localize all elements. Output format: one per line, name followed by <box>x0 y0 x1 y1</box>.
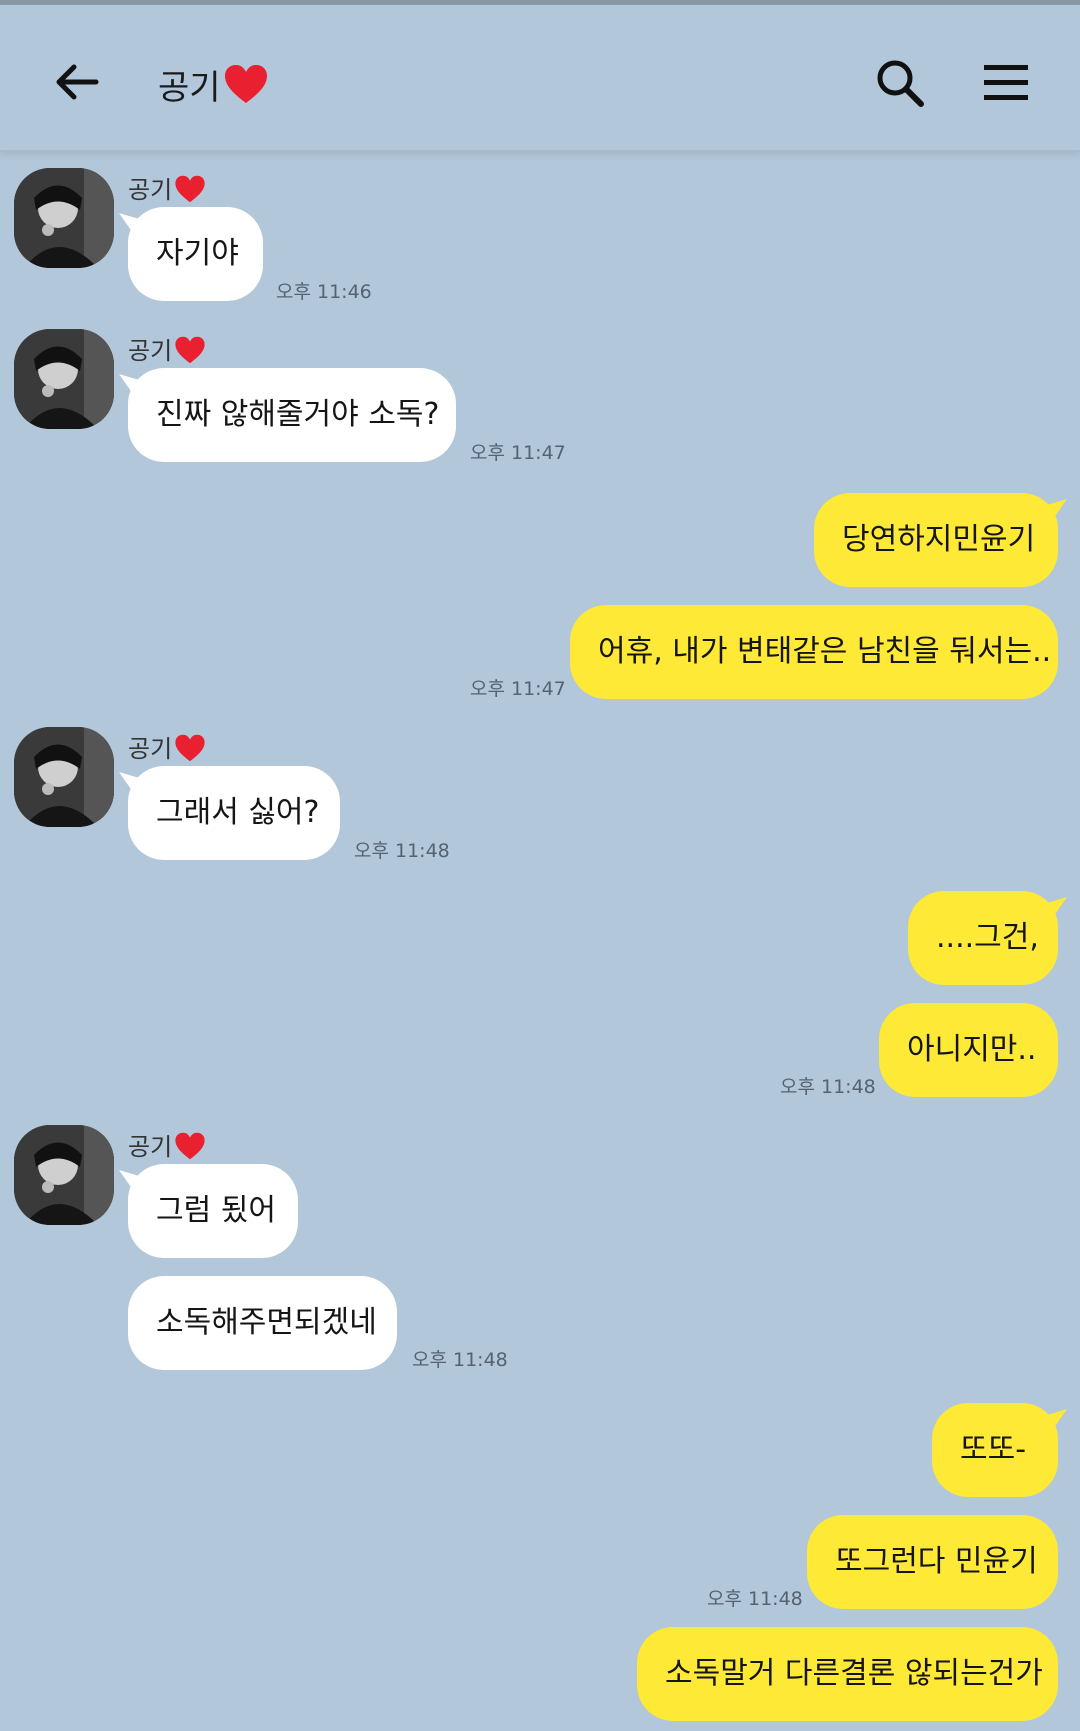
message-time: 오후 11:46 <box>276 281 372 303</box>
red-heart-icon <box>175 336 205 364</box>
red-heart-icon <box>175 1132 205 1160</box>
contact-name: 공기 <box>128 329 206 365</box>
message-bubble-out[interactable]: ....그건, <box>908 891 1058 985</box>
message-bubble-in[interactable]: 소독해주면되겠네 <box>128 1276 397 1370</box>
message-bubble-in[interactable]: 그래서 싫어? <box>128 766 340 860</box>
search-icon[interactable] <box>874 57 926 109</box>
message-time: 오후 11:48 <box>354 840 450 862</box>
message-bubble-out[interactable]: 소독말거 다른결론 않되는건가 <box>637 1627 1058 1721</box>
message-bubble-out[interactable]: 아니지만.. <box>879 1003 1058 1097</box>
red-heart-icon <box>224 65 267 103</box>
message-time: 오후 11:48 <box>412 1349 508 1371</box>
contact-name: 공기 <box>128 1125 206 1161</box>
message-time: 오후 11:48 <box>707 1588 803 1610</box>
contact-avatar[interactable] <box>14 168 114 268</box>
message-bubble-out[interactable]: 당연하지민윤기 <box>814 493 1058 587</box>
chat-header: 공기 <box>0 5 1080 151</box>
message-time: 오후 11:47 <box>470 678 566 700</box>
chat-title: 공기 <box>158 57 269 108</box>
message-bubble-out[interactable]: 또또- <box>932 1403 1058 1497</box>
message-bubble-out[interactable]: 어휴, 내가 변태같은 남친을 둬서는.. <box>570 605 1058 699</box>
contact-name: 공기 <box>128 727 206 763</box>
contact-avatar[interactable] <box>14 727 114 827</box>
message-bubble-out[interactable]: 또그런다 민윤기 <box>807 1515 1058 1609</box>
message-time: 오후 11:47 <box>470 442 566 464</box>
hamburger-menu-icon[interactable] <box>982 59 1030 107</box>
red-heart-icon <box>175 734 205 762</box>
contact-avatar[interactable] <box>14 329 114 429</box>
message-bubble-in[interactable]: 그럼 됬어 <box>128 1164 298 1258</box>
message-bubble-in[interactable]: 진짜 않해줄거야 소독? <box>128 368 456 462</box>
arrow-left-icon[interactable] <box>52 57 102 107</box>
message-time: 오후 11:48 <box>780 1076 876 1098</box>
message-bubble-in[interactable]: 자기야 <box>128 207 263 301</box>
contact-name: 공기 <box>128 168 206 204</box>
red-heart-icon <box>175 175 205 203</box>
contact-avatar[interactable] <box>14 1125 114 1225</box>
chat-title-text: 공기 <box>158 68 221 108</box>
